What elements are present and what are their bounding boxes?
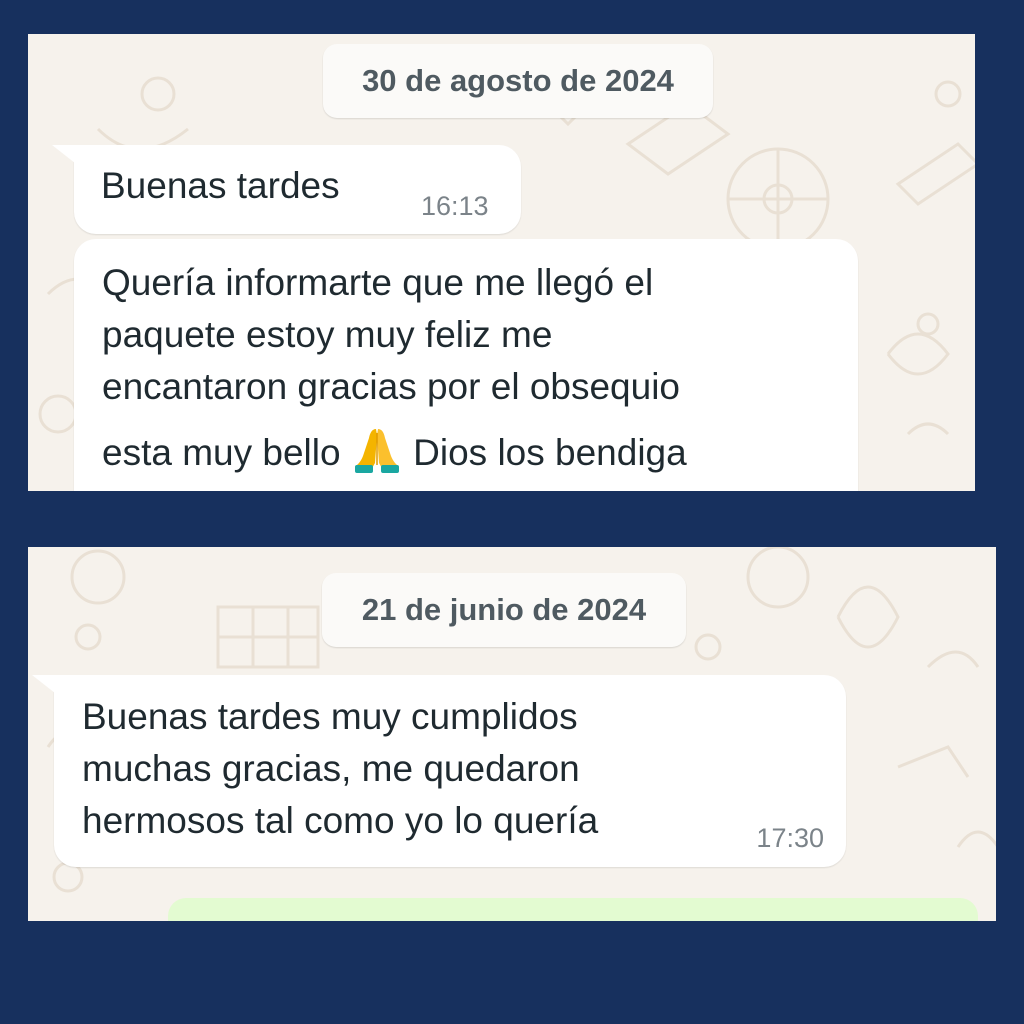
message-line: esta muy bello Dios los bendiga (102, 423, 842, 479)
chat-screenshot-top: 30 de agosto de 2024 Buenas tardes 16:13… (28, 34, 975, 491)
date-chip: 21 de junio de 2024 (322, 573, 686, 647)
incoming-message[interactable]: Buenas tardes muy cumplidos muchas graci… (32, 675, 846, 867)
folded-hands-icon (354, 429, 399, 473)
message-line: hermosos tal como yo lo quería (82, 800, 599, 841)
message-line: muchas gracias, me quedaron (82, 748, 580, 789)
bubble-tail (32, 675, 60, 697)
message-time: 16:13 (421, 191, 489, 221)
date-chip: 30 de agosto de 2024 (323, 44, 713, 118)
message-text: Quería informarte que me llegó el paquet… (102, 257, 842, 479)
message-fragment: Dios los bendiga (413, 432, 687, 473)
message-text: Buenas tardes muy cumplidos muchas graci… (82, 691, 722, 847)
message-text: Buenas tardes (101, 165, 340, 206)
message-line: Buenas tardes muy cumplidos (82, 696, 578, 737)
chat-screenshot-bottom: 21 de junio de 2024 Buenas tardes muy cu… (28, 547, 996, 921)
message-time: 17:30 (756, 823, 824, 853)
outgoing-message-partial[interactable] (168, 898, 978, 921)
message-line: Quería informarte que me llegó el (102, 262, 654, 303)
incoming-message[interactable]: Quería informarte que me llegó el paquet… (74, 239, 858, 491)
bubble-tail (52, 145, 80, 167)
message-line: paquete estoy muy feliz me (102, 314, 553, 355)
message-fragment: esta muy bello (102, 432, 341, 473)
message-line: encantaron gracias por el obsequio (102, 366, 680, 407)
